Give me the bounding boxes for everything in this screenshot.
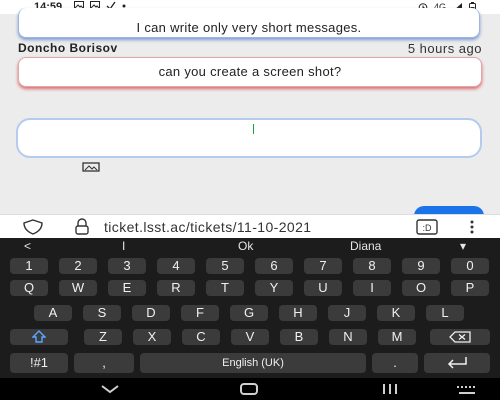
key[interactable]: N: [329, 329, 367, 345]
key[interactable]: Z: [84, 329, 122, 345]
enter-icon: [447, 357, 467, 369]
key[interactable]: 7: [304, 258, 342, 274]
enter-key[interactable]: [424, 353, 490, 373]
message-bubble: I can write only very short messages.: [18, 8, 480, 38]
reply-input[interactable]: [16, 118, 482, 158]
key[interactable]: C: [182, 329, 220, 345]
key[interactable]: W: [59, 280, 97, 296]
space-key[interactable]: English (UK): [140, 353, 366, 373]
key[interactable]: 5: [206, 258, 244, 274]
nav-recents-icon[interactable]: [380, 383, 400, 395]
message-text: I can write only very short messages.: [136, 20, 362, 35]
key[interactable]: 2: [59, 258, 97, 274]
key[interactable]: D: [132, 305, 170, 321]
key[interactable]: 8: [353, 258, 391, 274]
key[interactable]: P: [451, 280, 489, 296]
image-attach-icon[interactable]: [82, 162, 100, 172]
key[interactable]: X: [133, 329, 171, 345]
key[interactable]: S: [83, 305, 121, 321]
key[interactable]: Q: [10, 280, 48, 296]
suggestion-item[interactable]: Diana: [350, 239, 381, 253]
period-key[interactable]: .: [372, 353, 418, 373]
key[interactable]: 1: [10, 258, 48, 274]
symbols-key[interactable]: !#1: [10, 353, 68, 373]
on-screen-keyboard: < I Ok Diana ▾ 1 2 3 4 5 6 7 8 9 0 Q W E…: [0, 238, 500, 378]
browser-url-bar: ticket.lsst.ac/tickets/11-10-2021 :D: [0, 214, 500, 238]
backspace-icon: [449, 331, 471, 343]
key[interactable]: U: [304, 280, 342, 296]
suggestion-item[interactable]: Ok: [238, 239, 253, 253]
url-text[interactable]: ticket.lsst.ac/tickets/11-10-2021: [104, 219, 394, 235]
key[interactable]: M: [378, 329, 416, 345]
key[interactable]: E: [108, 280, 146, 296]
message-bubble: can you create a screen shot?: [18, 57, 482, 87]
backspace-key[interactable]: [430, 329, 490, 345]
key[interactable]: O: [402, 280, 440, 296]
key[interactable]: 3: [108, 258, 146, 274]
key[interactable]: L: [426, 305, 464, 321]
key[interactable]: A: [34, 305, 72, 321]
key[interactable]: 6: [255, 258, 293, 274]
key[interactable]: I: [353, 280, 391, 296]
shift-icon: [31, 330, 47, 343]
key[interactable]: K: [377, 305, 415, 321]
key[interactable]: R: [157, 280, 195, 296]
tab-count: :D: [423, 223, 433, 233]
comma-key[interactable]: ,: [74, 353, 134, 373]
key[interactable]: T: [206, 280, 244, 296]
suggestion-expand[interactable]: ▾: [460, 239, 466, 253]
shield-icon[interactable]: [22, 219, 44, 235]
suggestion-item[interactable]: I: [122, 239, 125, 253]
chat-area: I can write only very short messages. Do…: [0, 8, 500, 218]
key[interactable]: 4: [157, 258, 195, 274]
system-nav-bar: [0, 378, 500, 400]
shift-key[interactable]: [10, 329, 68, 345]
tabs-icon[interactable]: :D: [416, 219, 438, 235]
suggestion-back[interactable]: <: [24, 239, 31, 253]
text-cursor: [253, 124, 254, 134]
key[interactable]: V: [231, 329, 269, 345]
suggestion-bar: < I Ok Diana ▾: [0, 238, 500, 254]
key[interactable]: H: [279, 305, 317, 321]
key[interactable]: B: [280, 329, 318, 345]
key[interactable]: 9: [402, 258, 440, 274]
key[interactable]: G: [230, 305, 268, 321]
message-time: 5 hours ago: [407, 41, 482, 56]
nav-home-icon[interactable]: [240, 383, 258, 395]
key[interactable]: F: [181, 305, 219, 321]
more-options-icon[interactable]: [468, 219, 476, 235]
message-text: can you create a screen shot?: [158, 64, 342, 79]
lock-icon[interactable]: [74, 218, 90, 236]
message-author: Doncho Borisov: [18, 41, 118, 55]
key[interactable]: Y: [255, 280, 293, 296]
key[interactable]: 0: [451, 258, 489, 274]
keyboard-toggle-icon[interactable]: [456, 385, 478, 395]
key[interactable]: J: [328, 305, 366, 321]
nav-back-icon[interactable]: [100, 384, 120, 394]
